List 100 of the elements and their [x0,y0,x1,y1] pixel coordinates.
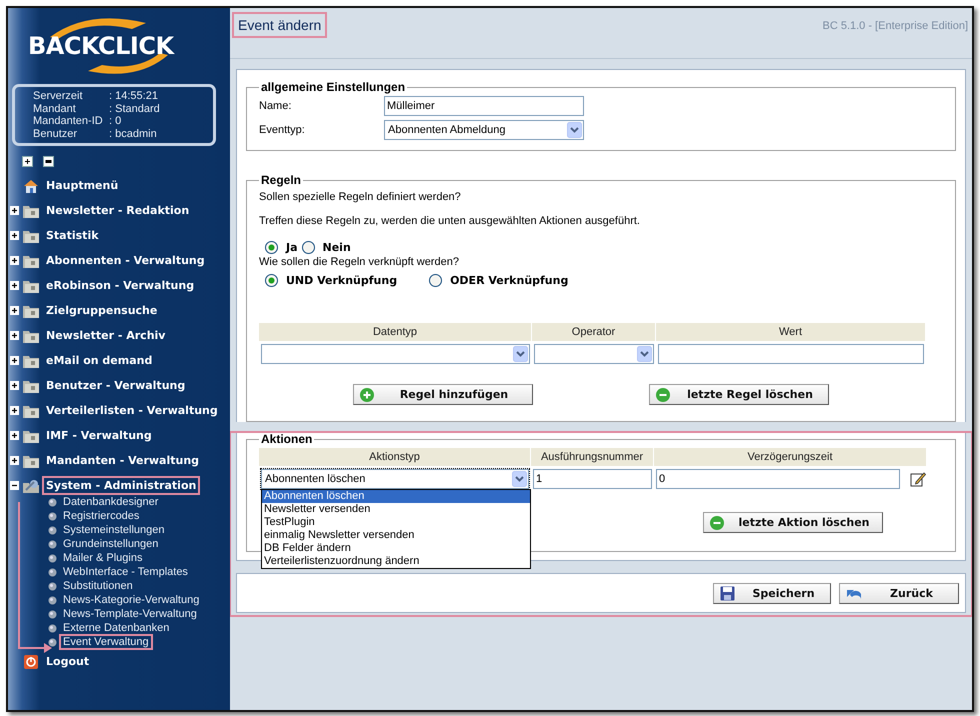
sidebar-item[interactable]: eRobinson - Verwaltung [42,276,198,295]
expand-icon[interactable] [10,281,19,290]
sidebar-item[interactable]: IMF - Verwaltung [42,426,156,445]
bullet-icon [48,582,57,590]
save-button[interactable]: Speichern [713,582,831,604]
minus-icon [710,516,724,530]
sidebar-item[interactable]: Newsletter - Archiv [42,326,170,345]
bullet-icon [48,498,57,506]
sidebar-item[interactable]: System - Administration [42,476,200,495]
event-type-select[interactable]: Abonnenten Abmeldung [384,120,584,140]
add-rule-button[interactable]: Regel hinzufügen [353,384,533,405]
info-value: : 0 [109,115,122,128]
column-header: Datentyp [259,323,532,341]
radio-option[interactable]: Nein [302,241,351,254]
submenu-item[interactable]: Registriercodes [59,508,144,524]
radio-button[interactable] [265,241,278,254]
expand-icon[interactable] [10,381,19,390]
bullet-icon [48,554,57,562]
expand-icon[interactable] [10,256,19,265]
expand-icon[interactable] [10,231,19,240]
sidebar-item[interactable]: Logout [42,652,94,671]
delay-field[interactable]: 0 [656,469,900,489]
dropdown-caret-icon[interactable] [512,471,527,487]
rule-select[interactable] [534,344,654,364]
submenu-item[interactable]: Event Verwaltung [59,634,153,650]
power-icon [22,654,40,670]
column-header: Wert [656,323,926,341]
bullet-icon [48,526,57,534]
sidebar-item[interactable]: Benutzer - Verwaltung [42,376,190,395]
expand-icon[interactable] [10,406,19,415]
bullet-icon [48,610,57,618]
expand-all-icon[interactable] [22,156,33,167]
number-field[interactable]: 1 [533,469,652,489]
dropdown-caret-icon[interactable] [513,346,528,362]
sidebar-item[interactable]: Mandanten - Verwaltung [42,451,204,470]
expand-icon[interactable] [10,206,19,215]
value-field[interactable] [658,344,924,364]
info-label: Benutzer [33,128,78,140]
sidebar-item[interactable]: eMail on demand [42,351,156,370]
expand-icon[interactable] [10,456,19,465]
expand-icon[interactable] [10,331,19,340]
rule-select[interactable] [261,344,530,364]
sidebar-item[interactable]: Zielgruppensuche [42,301,162,320]
submenu-item[interactable]: Mailer & Plugins [59,550,146,566]
bullet-icon [48,512,57,520]
dropdown-option[interactable]: Abonnenten löschen [262,490,530,503]
submenu-item[interactable]: Datenbankdesigner [59,494,162,510]
submenu-item[interactable]: News-Kategorie-Verwaltung [59,592,204,608]
sidebar-item[interactable]: Abonnenten - Verwaltung [42,251,209,270]
sidebar-item[interactable]: Verteilerlisten - Verwaltung [42,401,222,420]
sidebar-item[interactable]: Hauptmenü [42,176,122,195]
bullet-icon [48,540,57,548]
tools-icon [22,478,40,494]
column-header: Aktionstyp [259,448,531,466]
house-icon [22,178,40,194]
link-question: Wie sollen die Regeln verknüpft werden? [259,256,460,268]
expand-icon[interactable] [10,431,19,440]
dropdown-caret-icon[interactable] [637,346,652,362]
collapse-icon[interactable] [10,481,19,490]
submenu-item[interactable]: News-Template-Verwaltung [59,606,201,622]
info-value: : Standard [109,102,161,115]
expand-icon[interactable] [10,356,19,365]
bullet-icon [48,568,57,576]
radio-button[interactable] [429,274,442,287]
sidebar-item[interactable]: Statistik [42,226,103,245]
expand-icon[interactable] [10,306,19,315]
edit-icon[interactable] [910,471,926,487]
section-title: Aktionen [260,432,314,446]
bullet-icon [48,638,57,646]
section-title: Regeln [260,173,302,187]
back-button[interactable]: Zurück [839,582,959,604]
name-field[interactable]: Mülleimer [384,96,584,116]
radio-button[interactable] [265,274,278,287]
submenu-item[interactable]: Substitutionen [59,578,137,594]
logo: BACKCLICK [28,15,184,77]
bullet-icon [48,624,57,632]
delete-button[interactable]: letzte Aktion löschen [703,512,883,533]
delete-button[interactable]: letzte Regel löschen [649,384,829,405]
plus-icon [360,388,374,402]
column-header: Operator [532,323,656,341]
submenu-item[interactable]: Systemeinstellungen [59,522,169,538]
submenu-item[interactable]: WebInterface - Templates [59,564,192,580]
info-label: Mandant [33,102,77,115]
version-label: BC 5.1.0 - [Enterprise Edition] [822,19,968,32]
sidebar-item[interactable]: Newsletter - Redaktion [42,201,194,220]
collapse-all-icon[interactable] [43,156,54,167]
radio-option[interactable]: Ja [265,241,298,254]
info-label: Mandanten-ID [33,115,104,128]
radio-option[interactable]: UND Verknüpfung [265,274,398,287]
radio-option[interactable]: ODER Verknüpfung [429,274,568,287]
bullet-icon [48,596,57,604]
column-header: Ausführungsnummer [531,448,654,466]
info-label: Serverzeit [33,90,84,102]
submenu-item[interactable]: Grundeinstellungen [59,536,162,552]
submenu-item[interactable]: Externe Datenbanken [59,620,174,636]
field-label: Eventtyp: [259,124,306,136]
dropdown-caret-icon[interactable] [567,122,582,138]
radio-button[interactable] [302,241,315,254]
minus-icon [656,388,670,402]
page-title: Event ändern [232,12,328,38]
